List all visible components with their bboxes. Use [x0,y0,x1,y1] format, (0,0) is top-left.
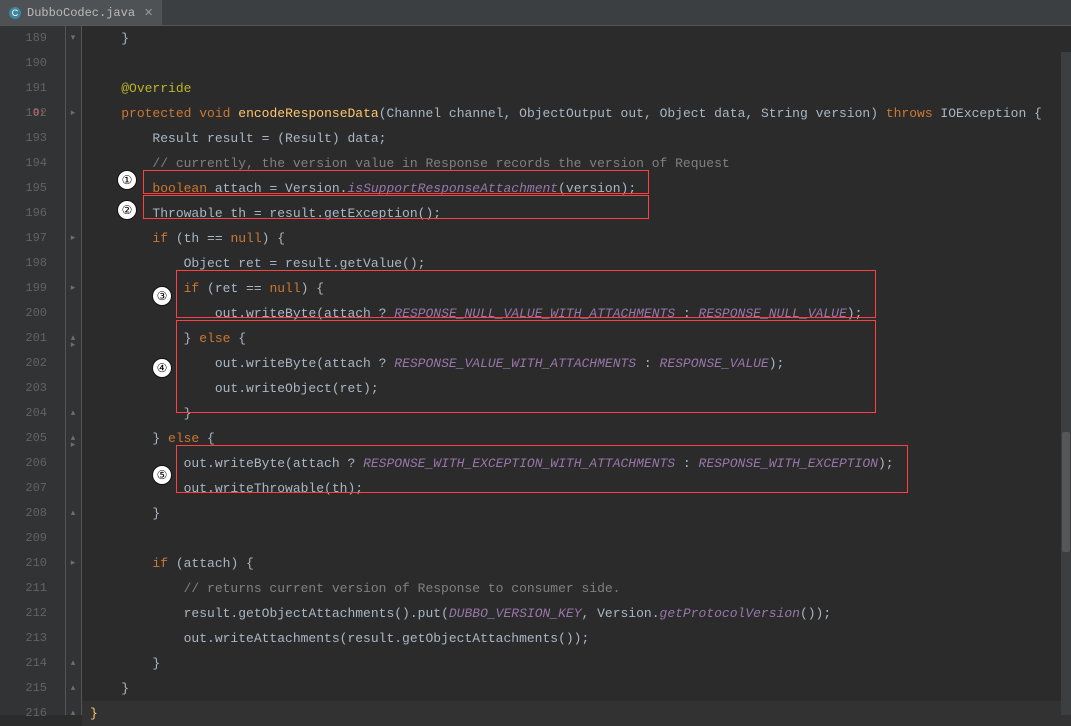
line-number: 210 [0,551,47,576]
code-line: @Override [90,76,1071,101]
fold-toggle-icon[interactable]: ▸ [68,340,78,350]
fold-toggle-icon[interactable]: ▴ [68,658,78,668]
annotation-marker: ④ [152,358,172,378]
line-number: 195 [0,176,47,201]
line-number: 205 [0,426,47,451]
fold-toggle-icon[interactable]: ▾ [68,33,78,43]
code-line: result.getObjectAttachments().put(DUBBO_… [90,601,1071,626]
code-line: boolean attach = Version.isSupportRespon… [90,176,1071,201]
line-number: 203 [0,376,47,401]
line-number: 206 [0,451,47,476]
line-number: 197 [0,226,47,251]
code-line: protected void encodeResponseData(Channe… [90,101,1071,126]
line-number: 214 [0,651,47,676]
line-number: 196 [0,201,47,226]
code-line: out.writeThrowable(th); [90,476,1071,501]
code-line: out.writeByte(attach ? RESPONSE_VALUE_WI… [90,351,1071,376]
line-number: 193 [0,126,47,151]
code-line: out.writeByte(attach ? RESPONSE_WITH_EXC… [90,451,1071,476]
line-number: 204 [0,401,47,426]
fold-toggle-icon[interactable]: ▴ [68,508,78,518]
fold-toggle-icon[interactable]: ▴ [68,708,78,718]
override-gutter-icon[interactable]: O↑ [33,101,45,126]
code-line: Throwable th = result.getException(); [90,201,1071,226]
line-number: 213 [0,626,47,651]
fold-toggle-icon[interactable]: ▸ [68,233,78,243]
code-line [90,51,1071,76]
code-line: } [90,676,1071,701]
svg-text:C: C [12,8,19,18]
code-line: } else { [90,326,1071,351]
code-line: out.writeAttachments(result.getObjectAtt… [90,626,1071,651]
line-number: 190 [0,51,47,76]
tab-filename: DubboCodec.java [27,6,135,20]
annotation-marker: ③ [152,286,172,306]
line-number: 207 [0,476,47,501]
line-number: 201 [0,326,47,351]
code-line: // returns current version of Response t… [90,576,1071,601]
line-number: 216 [0,701,47,726]
line-number: 189 [0,26,47,51]
vertical-scrollbar[interactable] [1061,52,1071,715]
annotation-marker: ⑤ [152,465,172,485]
scroll-thumb[interactable] [1062,432,1070,552]
line-number-gutter: 189190191192O↑19319419519619719819920020… [0,26,66,715]
code-line: } [90,401,1071,426]
fold-gutter: ▾▸▸▸▴▸▴▴▸▴▸▴▴▴ [66,26,82,715]
line-number: 194 [0,151,47,176]
file-tab[interactable]: C DubboCodec.java ✕ [0,0,162,25]
code-line [90,526,1071,551]
fold-toggle-icon[interactable]: ▸ [68,558,78,568]
tab-bar: C DubboCodec.java ✕ [0,0,1071,26]
fold-toggle-icon[interactable]: ▸ [68,440,78,450]
line-number: 211 [0,576,47,601]
code-line: } [90,651,1071,676]
fold-toggle-icon[interactable]: ▸ [68,283,78,293]
line-number: 200 [0,301,47,326]
code-line: if (ret == null) { [90,276,1071,301]
line-number: 209 [0,526,47,551]
line-number: 208 [0,501,47,526]
code-line: out.writeObject(ret); [90,376,1071,401]
code-line: } else { [90,426,1071,451]
code-line: out.writeByte(attach ? RESPONSE_NULL_VAL… [90,301,1071,326]
fold-toggle-icon[interactable]: ▴ [68,408,78,418]
line-number: 198 [0,251,47,276]
code-line: // currently, the version value in Respo… [90,151,1071,176]
fold-toggle-icon[interactable]: ▸ [68,108,78,118]
annotation-marker: ① [117,170,137,190]
line-number: 191 [0,76,47,101]
code-line: Object ret = result.getValue(); [90,251,1071,276]
line-number: 215 [0,676,47,701]
line-number: 199 [0,276,47,301]
code-line: Result result = (Result) data; [90,126,1071,151]
fold-toggle-icon[interactable]: ▴ [68,683,78,693]
code-line: if (th == null) { [90,226,1071,251]
code-line: } [90,701,1071,726]
close-tab-icon[interactable]: ✕ [144,6,153,20]
line-number: 192O↑ [0,101,47,126]
line-number: 202 [0,351,47,376]
code-line: if (attach) { [90,551,1071,576]
code-line: } [90,26,1071,51]
java-class-icon: C [8,6,22,20]
code-area[interactable]: } @Override protected void encodeRespons… [82,26,1071,715]
line-number: 212 [0,601,47,626]
code-line: } [90,501,1071,526]
annotation-marker: ② [117,200,137,220]
